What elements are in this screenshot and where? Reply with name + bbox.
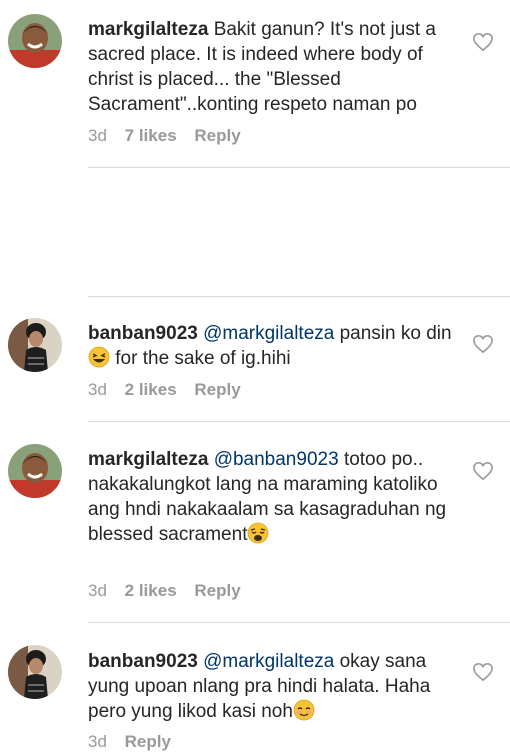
comment-meta: 3d 2 likes Reply — [88, 380, 254, 400]
comment-likes[interactable]: 7 likes — [125, 126, 177, 145]
comment-likes[interactable]: 2 likes — [125, 581, 177, 600]
comment-meta: 3d 2 likes Reply — [88, 581, 254, 601]
comment-body: pansin ko din — [339, 323, 452, 344]
comment-text: banban9023 @markgilalteza pansin ko din … — [88, 321, 460, 371]
relieved-emoji-icon — [293, 699, 315, 721]
reply-button[interactable]: Reply — [194, 581, 240, 600]
avatar[interactable] — [8, 318, 62, 372]
avatar[interactable] — [8, 645, 62, 699]
comment-age: 3d — [88, 581, 107, 600]
mention-link[interactable]: @banban9023 — [214, 449, 339, 470]
heart-outline-icon[interactable] — [472, 662, 494, 682]
laughing-emoji-icon — [88, 346, 110, 368]
comment-body-tail: for the sake of ig.hihi — [115, 348, 291, 369]
comment-meta: 3d 7 likes Reply — [88, 126, 254, 146]
mention-link[interactable]: @markgilalteza — [203, 323, 334, 344]
mention-link[interactable]: @markgilalteza — [203, 651, 334, 672]
comment-text: markgilalteza @banban9023 totoo po.. nak… — [88, 447, 460, 547]
comment-text: markgilalteza Bakit ganun? It's not just… — [88, 17, 460, 117]
comment-username[interactable]: markgilalteza — [88, 449, 208, 470]
comment-username[interactable]: banban9023 — [88, 323, 198, 344]
divider — [88, 622, 510, 623]
divider — [88, 421, 510, 422]
comment-age: 3d — [88, 126, 107, 145]
comment-meta: 3d Reply — [88, 732, 184, 752]
heart-outline-icon[interactable] — [472, 32, 494, 52]
comment-age: 3d — [88, 380, 107, 399]
weary-emoji-icon — [248, 522, 269, 544]
heart-outline-icon[interactable] — [472, 334, 494, 354]
comment-username[interactable]: markgilalteza — [88, 19, 208, 40]
blank-placeholder — [0, 168, 510, 296]
avatar[interactable] — [8, 14, 62, 68]
divider — [88, 296, 510, 297]
comment-likes[interactable]: 2 likes — [125, 380, 177, 399]
avatar[interactable] — [8, 444, 62, 498]
reply-button[interactable]: Reply — [194, 380, 240, 399]
heart-outline-icon[interactable] — [472, 461, 494, 481]
comment-text: banban9023 @markgilalteza okay sana yung… — [88, 649, 460, 724]
reply-button[interactable]: Reply — [194, 126, 240, 145]
comment-username[interactable]: banban9023 — [88, 651, 198, 672]
